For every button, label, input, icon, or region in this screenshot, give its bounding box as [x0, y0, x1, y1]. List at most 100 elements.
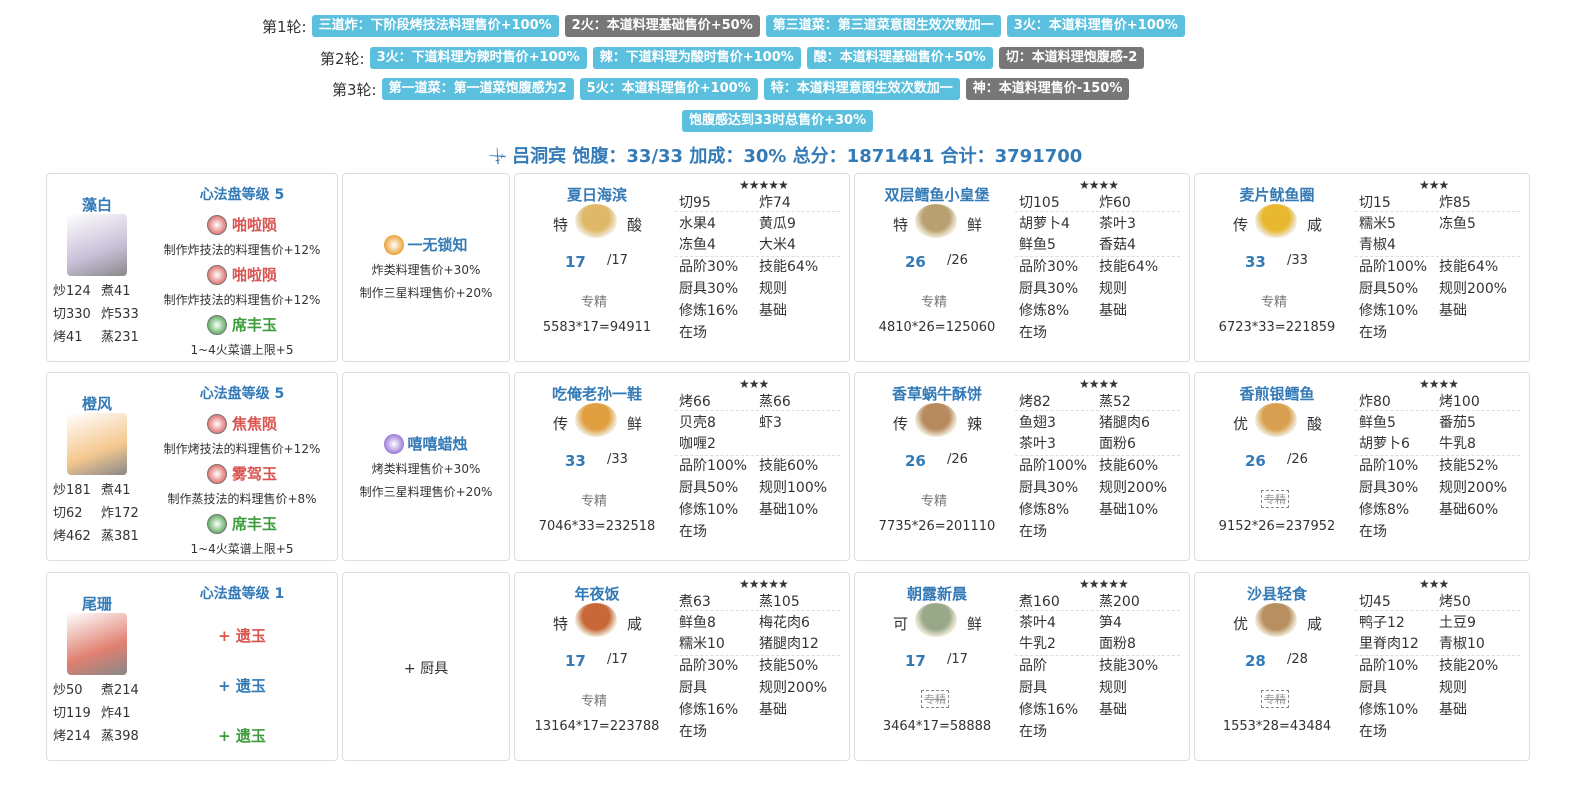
equip-name: 嘻嘻蜡烛	[407, 435, 468, 453]
dish-name[interactable]: 朝露新晨	[869, 583, 1005, 604]
dish-panel[interactable]: 沙县轻食优 咸 28/28 专精 1553*28=43484 ★★★ 切45 烤50 鸭子12 土…	[1194, 572, 1530, 761]
dish-panel[interactable]: 夏日海滨特 酸 17/17 专精 5583*17=94911 ★★★★★ 切95 炸74 水果4…	[514, 173, 850, 362]
round-tag: 3火：本道料理售价+100%	[1006, 15, 1185, 37]
dish-detail-cell: 基础	[1439, 303, 1467, 319]
dish-panel[interactable]: 双层鳕鱼小皇堡特 鲜 26/26 专精 4810*26=125060 ★★★★ 切105 炸6…	[854, 173, 1190, 362]
summary-text: 吕洞宾 饱腹：33/33 加成：30% 总分：1871441 合计：379170…	[512, 146, 1083, 167]
add-jade-button[interactable]: + 遗玉	[147, 625, 337, 646]
chef-panel[interactable]: 尾珊 炒50 煮214 切119 炸41 烤214 蒸398 心法盘等级 1 + 遗玉 + 遗玉 +…	[46, 572, 338, 761]
chef-name[interactable]: 橙风	[67, 393, 127, 414]
chef-portrait[interactable]	[67, 613, 127, 675]
dish-quantity[interactable]: 26	[905, 253, 926, 271]
dish-panel[interactable]: 香草蜗牛酥饼传 辣 26/26 专精 7735*26=201110 ★★★★ 烤82 蒸52 鱼…	[854, 372, 1190, 561]
dish-divider	[1355, 256, 1520, 257]
dish-detail-cell: 鲜鱼5	[1359, 415, 1396, 431]
dish-detail-cell: 基础10%	[1099, 502, 1159, 518]
chef-panel[interactable]: 橙风 炒181 煮41 切62 炸172 烤462 蒸381 心法盘等级 5 焦焦陨 制作烤技法的…	[46, 372, 338, 561]
dish-rarity: 传	[893, 415, 909, 433]
dish-detail-cell: 牛乳8	[1439, 436, 1476, 452]
chef-panel[interactable]: 藻白 炒124 煮41 切330 炸533 烤41 蒸231 心法盘等级 5 啪啦陨 制作炸技法的…	[46, 173, 338, 362]
dish-name[interactable]: 香草蜗牛酥饼	[869, 383, 1005, 404]
equip-icon	[384, 433, 405, 454]
dish-quantity-max: /33	[1287, 253, 1308, 268]
add-jade-button[interactable]: + 遗玉	[147, 725, 337, 746]
equip-title[interactable]: 嘻嘻蜡烛	[343, 433, 509, 454]
jade-item[interactable]: 席丰玉	[147, 314, 337, 335]
chef-name[interactable]: 尾珊	[67, 593, 127, 614]
mind-level: 心法盘等级 5	[199, 386, 285, 402]
dish-detail-cell: 烤66	[679, 394, 711, 410]
dish-divider	[1015, 655, 1180, 656]
dish-panel[interactable]: 朝露新晨可 鲜 17/17 专精 3464*17=58888 ★★★★★ 煮160 蒸200 茶…	[854, 572, 1190, 761]
dish-detail-cell: 规则200%	[1099, 480, 1168, 496]
jade-name: 席丰玉	[231, 515, 277, 533]
dish-detail-cell: 胡萝卜6	[1359, 436, 1410, 452]
equip-panel[interactable]: 嘻嘻蜡烛 烤类料理售价+30% 制作三星料理售价+20%	[342, 372, 510, 561]
chef-name[interactable]: 藻白	[67, 194, 127, 215]
dish-image	[1255, 403, 1297, 437]
dish-detail-cell: 冻鱼5	[1439, 216, 1476, 232]
jade-name: 啪啦陨	[231, 266, 277, 284]
equip-title[interactable]: 一无锁知	[343, 234, 509, 255]
add-equip-button[interactable]: + 厨具	[343, 658, 509, 678]
dish-flavor: 咸	[1307, 216, 1323, 234]
jade-item[interactable]: 席丰玉	[147, 513, 337, 534]
chef-portrait[interactable]	[67, 214, 127, 276]
chef-skill-stat: 切330	[53, 307, 91, 322]
jade-item[interactable]: 啪啦陨	[147, 264, 337, 285]
dish-quantity[interactable]: 26	[905, 452, 926, 470]
dish-name[interactable]: 麦片鱿鱼圈	[1209, 184, 1345, 205]
jade-icon	[206, 413, 227, 434]
dish-detail-cell: 厨具	[1359, 680, 1387, 696]
dish-quantity[interactable]: 33	[565, 452, 586, 470]
dish-name[interactable]: 沙县轻食	[1209, 583, 1345, 604]
dish-name[interactable]: 香煎银鳕鱼	[1209, 383, 1345, 404]
dish-detail-cell: 贝壳8	[679, 415, 716, 431]
dish-price-formula: 7046*33=232518	[538, 519, 656, 534]
dish-panel[interactable]: 香煎银鳕鱼优 酸 26/26 专精 9152*26=237952 ★★★★ 炸80 烤100 鲜…	[1194, 372, 1530, 561]
dish-quantity[interactable]: 17	[565, 652, 586, 670]
dish-name[interactable]: 年夜饭	[529, 583, 665, 604]
dish-detail-cell: 牛乳2	[1019, 636, 1056, 652]
round-tag: 神：本道料理售价-150%	[965, 78, 1130, 100]
dish-specialty: 专精	[921, 295, 948, 310]
jade-icon	[206, 314, 227, 335]
dish-quantity[interactable]: 28	[1245, 652, 1266, 670]
jade-skill: 制作炸技法的料理售价+12%	[163, 293, 321, 307]
dish-image	[575, 403, 617, 437]
chef-skill-stat: 蒸381	[101, 529, 139, 544]
chef-portrait[interactable]	[67, 413, 127, 475]
dish-quantity[interactable]: 26	[1245, 452, 1266, 470]
dish-panel[interactable]: 麦片鱿鱼圈传 咸 33/33 专精 6723*33=221859 ★★★ 切15 炸85 糯米5…	[1194, 173, 1530, 362]
equip-panel[interactable]: 一无锁知 炸类料理售价+30% 制作三星料理售价+20%	[342, 173, 510, 362]
dish-detail-cell: 品阶10%	[1359, 658, 1419, 674]
dish-name[interactable]: 吃俺老孙一鞋	[529, 383, 665, 404]
dish-detail-cell: 技能60%	[759, 458, 819, 474]
dish-detail-cell: 鸭子12	[1359, 615, 1405, 631]
jade-item[interactable]: 焦焦陨	[147, 413, 337, 434]
dish-detail-cell: 炸60	[1099, 195, 1131, 211]
dish-detail-cell: 修炼16%	[1019, 702, 1079, 718]
dish-panel[interactable]: 吃俺老孙一鞋传 鲜 33/33 专精 7046*33=232518 ★★★ 烤66 蒸66 贝壳…	[514, 372, 850, 561]
dish-name[interactable]: 夏日海滨	[529, 184, 665, 205]
dish-detail-cell: 茶叶4	[1019, 615, 1056, 631]
dish-quantity[interactable]: 17	[905, 652, 926, 670]
dish-detail-cell: 规则200%	[1439, 480, 1508, 496]
dish-stars: ★★★★★	[1079, 577, 1129, 591]
jade-item[interactable]: 雾驾玉	[147, 463, 337, 484]
dish-detail-cell: 技能30%	[1099, 658, 1159, 674]
dish-quantity[interactable]: 33	[1245, 253, 1266, 271]
dish-detail-cell: 番茄5	[1439, 415, 1476, 431]
dish-divider	[1015, 455, 1180, 456]
chef-skill-stat: 炸172	[101, 506, 139, 521]
dish-stars: ★★★	[739, 377, 769, 391]
dish-panel[interactable]: 年夜饭特 咸 17/17 专精 13164*17=223788 ★★★★★ 煮63 蒸105 鲜…	[514, 572, 850, 761]
dish-name[interactable]: 双层鳕鱼小皇堡	[869, 184, 1005, 205]
dish-detail-cell: 厨具	[1019, 680, 1047, 696]
jade-skill: 1~4火菜谱上限+5	[190, 343, 294, 357]
dish-quantity[interactable]: 17	[565, 253, 586, 271]
equip-panel[interactable]: + 厨具	[342, 572, 510, 761]
jade-item[interactable]: 啪啦陨	[147, 214, 337, 235]
chef-skill-stat: 切62	[53, 506, 83, 521]
add-jade-button[interactable]: + 遗玉	[147, 675, 337, 696]
